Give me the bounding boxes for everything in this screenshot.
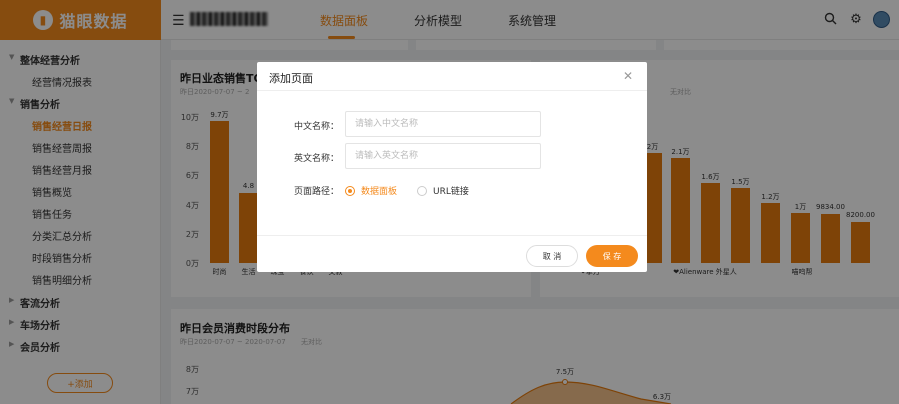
close-icon[interactable]: ✕	[623, 69, 633, 83]
cn-name-input[interactable]	[345, 111, 541, 137]
cancel-button[interactable]: 取 消	[526, 245, 578, 267]
divider	[257, 235, 647, 236]
radio-checked-icon	[345, 185, 355, 196]
radio-label: 数据面板	[361, 187, 398, 197]
radio-data-panel[interactable]: 数据面板	[345, 184, 397, 197]
radio-label: URL链接	[433, 187, 469, 197]
en-name-input[interactable]	[345, 143, 541, 169]
divider	[257, 90, 647, 91]
page-path-label: 页面路径：	[293, 187, 339, 197]
app-root: ▮ 猫眼数据 ☰ 数据面板 分析模型 系统管理 ⚙ ▼ 整体经营分析 经营情况报…	[0, 0, 899, 404]
radio-unchecked-icon	[417, 185, 427, 196]
dialog-title: 添加页面	[269, 72, 313, 85]
save-button[interactable]: 保 存	[586, 245, 638, 267]
cn-name-label: 中文名称：	[293, 122, 339, 132]
en-name-label: 英文名称：	[293, 154, 339, 164]
radio-url-link[interactable]: URL链接	[417, 184, 469, 197]
add-page-dialog: 添加页面 ✕ 中文名称： 英文名称： 页面路径： 数据面板 URL链接 取 消 …	[257, 62, 647, 272]
